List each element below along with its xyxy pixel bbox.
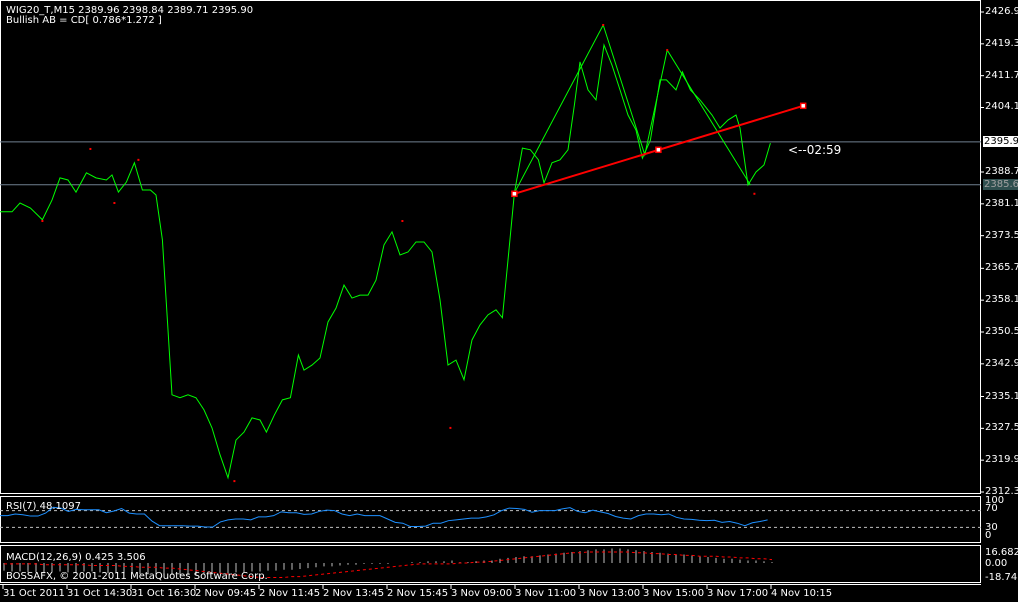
- copyright: BOSSAFX, © 2001-2011 MetaQuotes Software…: [6, 571, 268, 582]
- price-tick-label: 2358.10: [985, 294, 1018, 306]
- rsi-label: RSI(7) 48.1097: [6, 501, 81, 512]
- fractal-marker: [137, 158, 140, 161]
- bar-countdown: <--02:59: [788, 143, 842, 157]
- fractal-marker: [666, 49, 669, 52]
- price-tick-label: 2426.90: [985, 6, 1018, 17]
- trendline-anchor: [511, 190, 518, 198]
- fractal-marker: [89, 147, 92, 150]
- macd-tick-zero: 0.00: [985, 558, 1008, 569]
- price-tick-label: 2350.50: [985, 326, 1018, 337]
- price-tick-label: 2381.10: [985, 197, 1018, 209]
- time-tick-label: 3 Nov 17:00: [707, 588, 769, 599]
- macd-tick-min: -18.748: [985, 572, 1018, 583]
- fractal-marker: [113, 201, 116, 204]
- time-tick-label: 2 Nov 13:45: [323, 588, 385, 599]
- rsi-pane-frame: [0, 496, 981, 543]
- time-tick-label: 3 Nov 11:00: [515, 588, 577, 599]
- rsi-level-0: 0: [985, 530, 992, 541]
- price-tick-label: 2404.10: [985, 101, 1018, 113]
- fractal-marker: [449, 426, 452, 429]
- price-tick-label: 2319.90: [985, 454, 1018, 466]
- price-tick-label: 2388.70: [985, 166, 1018, 177]
- time-tick-label: 2 Nov 11:45: [259, 588, 321, 599]
- fractal-marker: [233, 480, 236, 483]
- rsi-level-70: 70: [985, 503, 998, 514]
- trendline-anchor: [799, 102, 807, 110]
- time-tick-label: 31 Oct 16:30: [131, 588, 197, 599]
- macd-tick-max: 16.682: [985, 547, 1018, 558]
- fractal-marker: [401, 220, 404, 223]
- price-tick-label: 2342.90: [985, 357, 1018, 369]
- chart-window[interactable]: WIG20_T,M15 2389.96 2398.84 2389.71 2395…: [0, 0, 1018, 602]
- time-tick-label: 2 Nov 09:45: [195, 588, 257, 599]
- fractal-marker: [602, 23, 605, 26]
- bid-price-label: 2395.90: [983, 136, 1018, 147]
- time-tick-label: 3 Nov 15:00: [643, 588, 705, 599]
- time-tick-label: 3 Nov 09:00: [451, 588, 513, 599]
- price-tick-label: 2411.70: [985, 69, 1018, 81]
- time-tick-label: 2 Nov 15:45: [387, 588, 449, 599]
- macd-label: MACD(12,26,9) 0.425 3.506: [6, 552, 146, 563]
- fractal-marker: [753, 192, 756, 195]
- pattern-label: Bullish AB = CD[ 0.786*1.272 ]: [6, 15, 162, 26]
- hline-price-label: 2385.65: [983, 179, 1018, 190]
- fractal-marker: [41, 220, 44, 223]
- time-tick-label: 3 Nov 13:00: [579, 588, 641, 599]
- rsi-line: [0, 506, 768, 528]
- chart-canvas[interactable]: [0, 0, 1018, 602]
- time-tick-label: 4 Nov 10:15: [771, 588, 833, 599]
- main-pane-frame: [0, 0, 981, 494]
- price-tick-label: 2365.70: [985, 262, 1018, 274]
- price-tick-label: 2419.30: [985, 37, 1018, 49]
- price-tick-label: 2327.50: [985, 422, 1018, 434]
- price-tick-label: 2335.10: [985, 390, 1018, 402]
- time-tick-label: 31 Oct 2011: [3, 588, 65, 599]
- price-tick-label: 2373.50: [985, 229, 1018, 241]
- trendline-anchor: [655, 146, 662, 154]
- time-tick-label: 31 Oct 14:30: [67, 588, 133, 599]
